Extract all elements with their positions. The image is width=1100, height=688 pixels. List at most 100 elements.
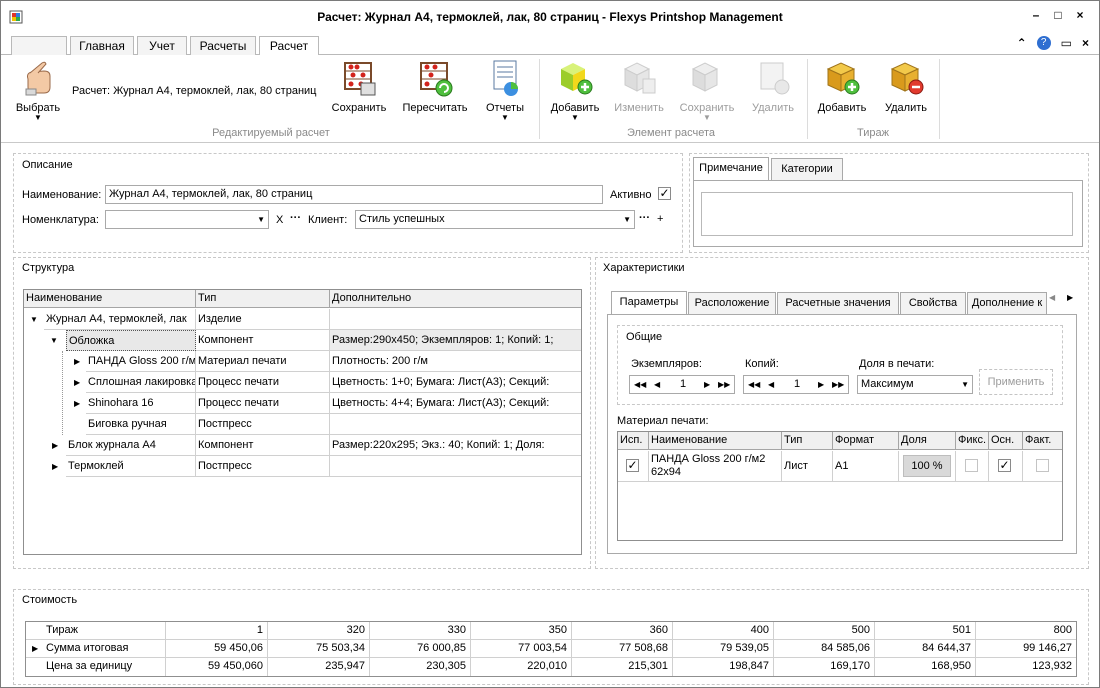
general-title: Общие bbox=[626, 331, 663, 343]
edit-element-button[interactable]: Изменить bbox=[613, 59, 665, 114]
row-extra bbox=[330, 309, 581, 330]
col-header-type[interactable]: Тип bbox=[782, 432, 833, 450]
reports-button[interactable]: Отчеты ▼ bbox=[483, 59, 527, 122]
table-row[interactable]: Тираж 1 320 330 350 360 400 500 501 800 bbox=[26, 622, 1076, 640]
table-row[interactable]: Цена за единицу 59 450,060 235,947 230,3… bbox=[26, 658, 1076, 676]
apply-button[interactable]: Применить bbox=[979, 369, 1053, 395]
col-header-fact[interactable]: Факт. bbox=[1023, 432, 1062, 450]
tab-categories[interactable]: Категории bbox=[771, 158, 843, 180]
tab-scroll-right-icon[interactable]: ▶ bbox=[1067, 293, 1073, 302]
copies-stepper[interactable]: ◀◀ ◀ 1 ▶ ▶▶ bbox=[629, 375, 735, 394]
prev-icon[interactable]: ◀ bbox=[768, 376, 774, 393]
cost-cell: 500 bbox=[774, 622, 875, 640]
col-header-used[interactable]: Исп. bbox=[618, 432, 649, 450]
save-label: Сохранить bbox=[331, 102, 387, 114]
add-tirazh-label: Добавить bbox=[817, 102, 867, 114]
tab-notes[interactable]: Примечание bbox=[693, 157, 769, 180]
cost-cell: 360 bbox=[572, 622, 673, 640]
share-select[interactable]: Максимум ▼ bbox=[857, 375, 973, 394]
table-row[interactable]: ▶ Сумма итоговая 59 450,06 75 503,34 76 … bbox=[26, 640, 1076, 658]
tab-properties[interactable]: Свойства bbox=[900, 292, 966, 314]
abacus-save-icon bbox=[344, 62, 376, 96]
recalculate-button[interactable]: Пересчитать bbox=[401, 59, 469, 114]
used-checkbox[interactable]: ✓ bbox=[626, 459, 639, 472]
minimize-button[interactable]: – bbox=[1029, 8, 1043, 22]
material-name-cell: ПАНДА Gloss 200 г/м2 62x94 bbox=[649, 451, 782, 482]
add-element-button[interactable]: Добавить ▼ bbox=[549, 59, 601, 122]
fixed-checkbox[interactable] bbox=[965, 459, 978, 472]
select-button[interactable]: Выбрать ▼ bbox=[13, 59, 63, 122]
collapsed-arrow-icon[interactable]: ▶ bbox=[52, 435, 58, 456]
save-button[interactable]: Сохранить bbox=[331, 59, 387, 114]
group-label-tirazh: Тираж bbox=[857, 127, 889, 139]
help-icon[interactable]: ? bbox=[1036, 36, 1051, 50]
characteristics-title: Характеристики bbox=[603, 262, 685, 274]
chevron-down-icon: ▼ bbox=[623, 215, 631, 224]
expanded-arrow-icon[interactable]: ▼ bbox=[30, 309, 38, 330]
maximize-button[interactable]: □ bbox=[1051, 8, 1065, 22]
col-header-main[interactable]: Осн. bbox=[989, 432, 1023, 450]
restore-icon[interactable]: ▭ bbox=[1061, 36, 1072, 50]
row-name: Журнал А4, термоклей, лак bbox=[44, 309, 196, 330]
expanded-arrow-icon[interactable]: ▼ bbox=[50, 330, 58, 351]
kopii-stepper[interactable]: ◀◀ ◀ 1 ▶ ▶▶ bbox=[743, 375, 849, 394]
cost-grid: Тираж 1 320 330 350 360 400 500 501 800 … bbox=[25, 621, 1077, 677]
col-header-name[interactable]: Наименование bbox=[24, 290, 196, 308]
tab-layout[interactable]: Расположение bbox=[688, 292, 776, 314]
next-icon[interactable]: ▶ bbox=[704, 376, 710, 393]
col-header-name[interactable]: Наименование bbox=[649, 432, 782, 450]
collapsed-arrow-icon[interactable]: ▶ bbox=[52, 456, 58, 477]
nomenclature-label: Номенклатура: bbox=[22, 214, 99, 226]
main-checkbox[interactable]: ✓ bbox=[998, 459, 1011, 472]
client-select[interactable]: Стиль успешных ▼ bbox=[355, 210, 635, 229]
tab-scroll-left-icon[interactable]: ◀ bbox=[1049, 293, 1055, 302]
first-icon[interactable]: ◀◀ bbox=[748, 376, 760, 393]
col-header-extra[interactable]: Дополнительно bbox=[330, 290, 581, 308]
nomenclature-select[interactable]: ▼ bbox=[105, 210, 269, 229]
row-extra: Цветность: 1+0; Бумага: Лист(А3); Секций… bbox=[330, 372, 581, 393]
col-header-type[interactable]: Тип bbox=[196, 290, 330, 308]
tab-addition[interactable]: Дополнение к bbox=[967, 292, 1047, 314]
cost-cell: 168,950 bbox=[875, 658, 976, 676]
notes-textarea[interactable] bbox=[701, 192, 1073, 236]
ribbon-tab-calculation[interactable]: Расчет bbox=[259, 36, 319, 56]
collapsed-arrow-icon[interactable]: ▶ bbox=[74, 351, 80, 372]
col-header-share[interactable]: Доля bbox=[899, 432, 956, 450]
last-icon[interactable]: ▶▶ bbox=[718, 376, 730, 393]
collapse-ribbon-icon[interactable]: ⌃ bbox=[1017, 36, 1027, 50]
cost-row-label: Тираж bbox=[26, 622, 166, 640]
col-header-fixed[interactable]: Фикс. bbox=[956, 432, 989, 450]
collapsed-arrow-icon[interactable]: ▶ bbox=[74, 372, 80, 393]
nomenclature-clear-button[interactable]: X bbox=[276, 214, 283, 226]
client-more-button[interactable]: ··· bbox=[639, 212, 650, 224]
cost-cell: 220,010 bbox=[471, 658, 572, 676]
structure-grid-header: Наименование Тип Дополнительно bbox=[24, 290, 581, 308]
tab-calculated-values[interactable]: Расчетные значения bbox=[777, 292, 899, 314]
delete-tirazh-button[interactable]: Удалить bbox=[881, 59, 931, 114]
abacus-recalc-icon bbox=[420, 62, 453, 97]
close-button[interactable]: × bbox=[1073, 8, 1087, 22]
fact-checkbox[interactable] bbox=[1036, 459, 1049, 472]
prev-icon[interactable]: ◀ bbox=[654, 376, 660, 393]
fixed-cell bbox=[956, 451, 989, 482]
collapsed-arrow-icon[interactable]: ▶ bbox=[74, 393, 80, 414]
ribbon-tab-home[interactable]: Главная bbox=[70, 36, 134, 55]
first-icon[interactable]: ◀◀ bbox=[634, 376, 646, 393]
nomenclature-more-button[interactable]: ··· bbox=[290, 212, 301, 224]
ribbon-tab-accounting[interactable]: Учет bbox=[137, 36, 187, 55]
ribbon-tab-calculations[interactable]: Расчеты bbox=[190, 36, 256, 55]
last-icon[interactable]: ▶▶ bbox=[832, 376, 844, 393]
active-checkbox[interactable]: ✓ bbox=[658, 187, 671, 200]
next-icon[interactable]: ▶ bbox=[818, 376, 824, 393]
quick-access-tab[interactable] bbox=[11, 36, 67, 55]
save-element-button[interactable]: Сохранить ▼ bbox=[677, 59, 737, 122]
delete-element-button[interactable]: Удалить bbox=[747, 59, 799, 114]
close-doc-icon[interactable]: × bbox=[1082, 36, 1089, 50]
client-add-button[interactable]: + bbox=[657, 213, 663, 225]
tab-parameters[interactable]: Параметры bbox=[611, 291, 687, 314]
material-share-value[interactable]: 100 % bbox=[903, 455, 951, 477]
name-input[interactable]: Журнал А4, термоклей, лак, 80 страниц bbox=[105, 185, 603, 204]
box-add-icon bbox=[826, 62, 860, 95]
col-header-format[interactable]: Формат bbox=[833, 432, 899, 450]
add-tirazh-button[interactable]: Добавить bbox=[815, 59, 869, 114]
